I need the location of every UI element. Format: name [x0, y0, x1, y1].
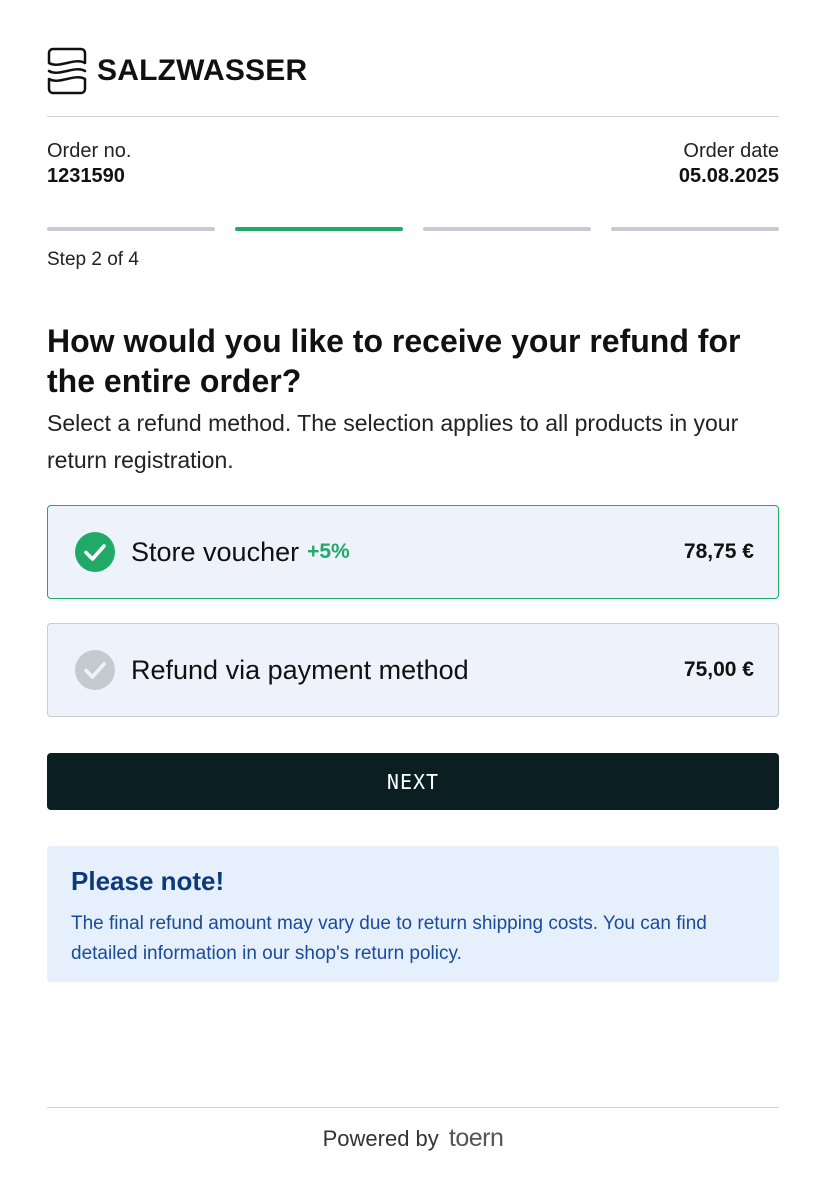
refund-option-store-voucher[interactable]: Store voucher +5% 78,75 €	[47, 505, 779, 599]
step-indicator: Step 2 of 4	[47, 249, 139, 270]
wave-logo-icon	[47, 47, 87, 95]
info-note: Please note! The final refund amount may…	[47, 846, 779, 982]
check-circle-unselected-icon	[75, 650, 115, 690]
step-bar-1	[47, 227, 215, 231]
refund-option-payment-method[interactable]: Refund via payment method 75,00 €	[47, 623, 779, 717]
footer-divider	[47, 1107, 779, 1108]
step-bar-3	[423, 227, 591, 231]
order-date-block: Order date 05.08.2025	[679, 139, 779, 189]
step-bar-2	[235, 227, 403, 231]
order-number: 1231590	[47, 165, 125, 187]
order-number-block: Order no. 1231590	[47, 139, 131, 189]
next-button[interactable]: NEXT	[47, 753, 779, 810]
powered-by-text: Powered by	[322, 1126, 439, 1151]
note-title: Please note!	[71, 866, 225, 896]
step-bar-4	[611, 227, 779, 231]
refund-option-amount: 78,75 €	[683, 540, 754, 563]
brand-name: SALZWASSER	[97, 54, 308, 87]
footer: Powered by toern	[47, 1124, 779, 1153]
refund-option-label: Store voucher	[131, 536, 300, 567]
provider-logo[interactable]: toern	[449, 1124, 504, 1152]
refund-option-label: Refund via payment method	[131, 654, 469, 685]
check-circle-selected-icon	[75, 532, 115, 572]
order-number-label: Order no.	[47, 140, 132, 162]
brand-logo: SALZWASSER	[47, 46, 307, 96]
order-date: 05.08.2025	[678, 165, 779, 187]
order-date-label: Order date	[683, 140, 779, 162]
step-progress	[47, 227, 779, 231]
page-subtitle: Select a refund method. The selection ap…	[47, 410, 739, 473]
voucher-bonus-badge: +5%	[307, 540, 350, 563]
header-divider	[47, 116, 779, 117]
page-title: How would you like to receive your refun…	[47, 323, 741, 399]
note-text: The final refund amount may vary due to …	[71, 913, 707, 964]
refund-option-amount: 75,00 €	[683, 658, 754, 681]
